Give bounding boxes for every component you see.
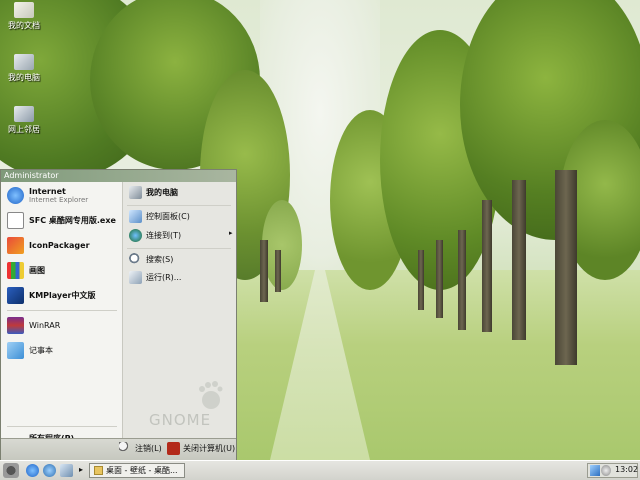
my-documents-icon [14,2,34,18]
menu-item-my-computer[interactable]: 我的电脑 [129,186,178,199]
wallpaper-trunk [555,170,577,365]
menu-item-sublabel: Internet Explorer [29,196,89,204]
start-menu-user-name: Administrator [1,170,236,182]
menu-separator [127,248,231,249]
power-icon [167,442,180,455]
internet-explorer-icon [7,187,24,204]
winrar-icon [7,317,24,334]
menu-separator [7,310,117,311]
control-panel-icon [129,210,142,223]
wallpaper-trunk [275,250,281,292]
network-tray-icon[interactable] [590,465,600,476]
start-menu-programs-pane: Internet Internet Explorer SFC 桌酷网专用版.ex… [1,182,123,443]
sfc-app-icon [7,212,24,229]
menu-item-label: 连接到(T) [146,231,182,240]
globe-icon [129,229,142,242]
menu-item-iconpackager[interactable]: IconPackager [7,237,90,254]
iconpackager-icon [7,237,24,254]
search-icon [129,253,142,266]
notepad-icon [7,342,24,359]
wallpaper-trunk [458,230,466,330]
quicklaunch-ie-icon[interactable] [26,464,39,477]
menu-item-control-panel[interactable]: 控制面板(C) [129,210,190,223]
menu-item-winrar[interactable]: WinRAR [7,317,60,334]
taskbar-window-label: 桌面 - 壁纸 - 桌酷... [106,466,178,475]
quicklaunch-show-desktop-icon[interactable] [60,464,73,477]
shutdown-label: 关闭计算机(U) [183,444,236,453]
submenu-arrow-icon: ▸ [229,229,233,237]
gnome-foot-icon [199,381,223,409]
wallpaper-trunk [436,240,443,318]
folder-icon [94,466,103,475]
desktop-icon-my-documents[interactable]: 我的文档 [2,2,46,31]
menu-item-connect-to[interactable]: 连接到(T) ▸ [129,229,233,242]
logoff-button[interactable]: 注销(L) [119,442,162,455]
volume-tray-icon[interactable] [601,465,611,476]
gnome-brand-mark: GNOME [149,375,229,435]
my-computer-icon [14,54,34,70]
menu-item-label: 画图 [29,266,45,275]
network-places-icon [14,106,34,122]
kmplayer-icon [7,287,24,304]
menu-item-label: 搜索(S) [146,255,174,264]
system-tray: 13:02 [587,463,638,478]
gnome-wordmark: GNOME [149,411,212,429]
shutdown-button[interactable]: 关闭计算机(U) [167,442,235,455]
wallpaper-trunk [260,240,268,302]
desktop-icon-label: 网上邻居 [8,125,40,134]
menu-item-label: KMPlayer中文版 [29,291,96,300]
start-menu: Administrator Internet Internet Explorer… [0,169,237,460]
menu-item-run[interactable]: 运行(R)... [129,271,181,284]
start-menu-footer: 注销(L) 关闭计算机(U) [1,438,236,460]
menu-item-paint[interactable]: 画图 [7,262,45,279]
wallpaper-tree [262,200,302,290]
menu-separator [7,426,117,427]
key-icon [119,442,132,455]
paint-icon [7,262,24,279]
wallpaper-trunk [418,250,424,310]
menu-item-notepad[interactable]: 记事本 [7,342,53,359]
menu-item-label: 我的电脑 [146,188,178,197]
menu-item-search[interactable]: 搜索(S) [129,253,173,266]
menu-item-label: Internet [29,187,66,196]
menu-item-kmplayer[interactable]: KMPlayer中文版 [7,287,96,304]
desktop-icon-label: 我的电脑 [8,73,40,82]
desktop-icon-label: 我的文档 [8,21,40,30]
quicklaunch-more-icon[interactable]: ▸ [79,465,83,474]
run-icon [129,271,142,284]
taskbar-window-button[interactable]: 桌面 - 壁纸 - 桌酷... [89,463,185,478]
taskbar: ▸ 桌面 - 壁纸 - 桌酷... 13:02 [0,460,640,480]
menu-item-label: SFC 桌酷网专用版.exe [29,216,116,225]
menu-item-sfc[interactable]: SFC 桌酷网专用版.exe [7,212,116,229]
quicklaunch-globe-icon[interactable] [43,464,56,477]
menu-item-label: WinRAR [29,321,61,330]
logoff-label: 注销(L) [135,444,162,453]
desktop-icon-my-computer[interactable]: 我的电脑 [2,54,46,83]
wallpaper-trunk [482,200,492,332]
desktop-icon-network[interactable]: 网上邻居 [2,106,46,135]
my-computer-icon [129,186,142,199]
menu-item-label: 运行(R)... [146,273,182,282]
menu-item-label: IconPackager [29,241,90,250]
menu-item-internet-explorer[interactable]: Internet Internet Explorer [7,187,88,204]
menu-separator [127,205,231,206]
menu-item-label: 控制面板(C) [146,212,190,221]
start-menu-places-pane: 我的电脑 控制面板(C) 连接到(T) ▸ 搜索(S) 运行(R)... GNO… [123,182,236,438]
menu-item-label: 记事本 [29,346,53,355]
start-button-gnome-icon[interactable] [3,463,19,478]
wallpaper-trunk [512,180,526,340]
taskbar-clock[interactable]: 13:02 [615,465,638,474]
